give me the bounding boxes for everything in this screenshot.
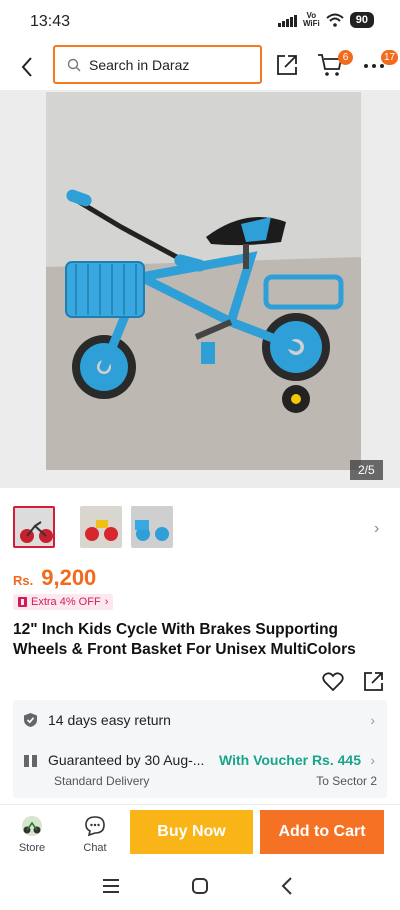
delivery-box-icon [24,754,37,767]
recent-apps-icon[interactable] [99,874,123,898]
store-label: Store [18,842,46,854]
ticket-icon [18,597,27,607]
thumbnail-image [131,506,173,548]
return-policy-text: 14 days easy return [48,712,171,728]
cart-badge: 6 [338,50,353,65]
status-icons: Vo WiFi 90 [277,11,374,28]
more-badge: 17 [381,50,399,65]
header: Search in Daraz 6 17 [0,44,400,90]
kids-bicycle-photo [46,92,361,470]
search-placeholder: Search in Daraz [89,56,190,73]
promo-label: Extra 4% OFF [31,596,101,608]
return-policy-row[interactable]: 14 days easy return [23,712,171,728]
battery-icon: 90 [349,12,374,28]
thumbnail-image [80,506,122,548]
buy-now-button[interactable]: Buy Now [130,810,253,854]
wifi-icon [326,13,344,27]
delivery-type: Standard Delivery [54,774,150,788]
thumbnail-3[interactable] [131,506,173,548]
vowifi-label: Vo WiFi [302,11,320,28]
store-button[interactable]: Store [12,815,52,854]
home-icon[interactable] [188,874,212,898]
back-nav-icon[interactable] [276,874,300,898]
service-info: 14 days easy return › Guaranteed by 30 A… [13,700,387,798]
chevron-right-icon: › [104,596,109,608]
thumbnail-2[interactable] [80,506,122,548]
guarantee-text: Guaranteed by 30 Aug-... [48,752,205,768]
chat-icon [85,816,105,837]
chevron-right-icon[interactable]: › [370,712,375,728]
product-title: 12" Inch Kids Cycle With Brakes Supporti… [13,621,356,658]
price-row: Rs. 9,200 [13,565,96,591]
status-time: 13:43 [30,13,71,30]
chevron-right-icon[interactable]: › [370,752,375,768]
signal-icon [277,14,297,27]
thumbnail-1[interactable] [13,506,55,548]
status-bar: 13:43 Vo WiFi 90 [0,0,400,44]
delivery-destination: To Sector 2 [316,774,377,788]
product-gallery[interactable]: 2/5 [0,90,400,488]
system-nav-bar [0,862,400,910]
share-icon[interactable] [363,670,385,692]
store-icon [22,816,42,836]
chat-button[interactable]: Chat [75,815,115,854]
currency-label: Rs. [13,573,34,588]
thumbnail-strip: › [0,500,400,556]
page-indicator: 2/5 [350,460,383,480]
search-input[interactable]: Search in Daraz [53,45,262,84]
chevron-left-icon [21,57,32,77]
chat-label: Chat [83,842,107,854]
back-button[interactable] [14,52,40,82]
chevron-right-icon[interactable]: › [374,520,379,538]
add-to-cart-button[interactable]: Add to Cart [260,810,384,854]
voucher-text[interactable]: With Voucher Rs. 445 [219,752,361,768]
price: 9,200 [41,565,97,590]
delivery-row[interactable]: Guaranteed by 30 Aug-... [23,752,204,768]
heart-icon[interactable] [322,672,344,692]
shield-check-icon [24,713,37,727]
bottom-action-bar: Store Chat Buy Now Add to Cart [0,804,400,858]
share-icon[interactable] [274,52,300,78]
promo-tag[interactable]: Extra 4% OFF › [13,594,114,610]
search-icon [67,58,81,71]
thumbnail-image [15,508,53,546]
